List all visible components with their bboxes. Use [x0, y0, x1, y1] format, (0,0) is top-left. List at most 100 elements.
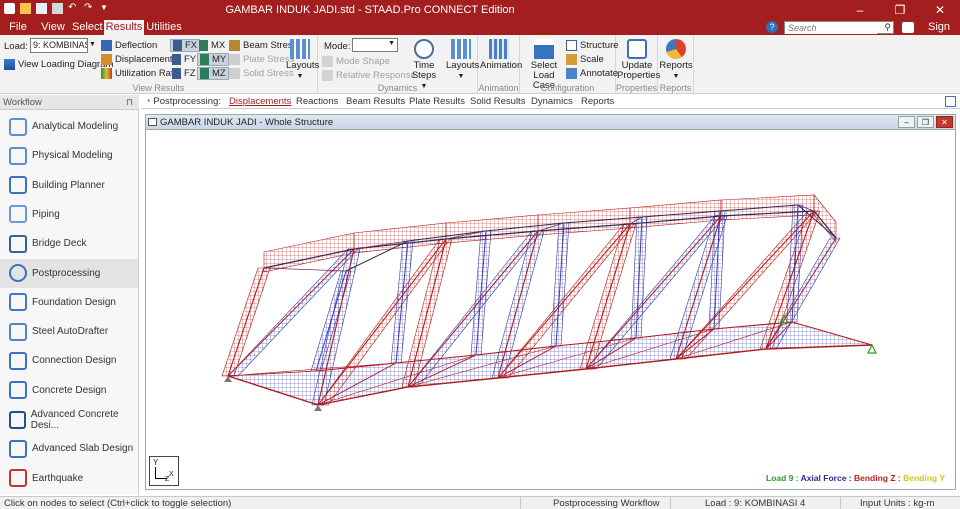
- tab-dynamics[interactable]: Dynamics: [531, 96, 573, 107]
- workflow-item-bridge-deck[interactable]: Bridge Deck: [0, 229, 138, 258]
- load-select[interactable]: 9: KOMBINASI 4: [30, 38, 88, 53]
- close-button[interactable]: ✕: [920, 0, 960, 20]
- annotate-button[interactable]: Annotate: [566, 68, 618, 79]
- fz-toggle[interactable]: FZ: [172, 68, 196, 79]
- utilization-ratio-button[interactable]: Utilization Ratio: [101, 68, 181, 79]
- search-input[interactable]: [785, 22, 877, 34]
- view-loading-diagram-button[interactable]: View Loading Diagram: [4, 59, 113, 70]
- scale-button[interactable]: Scale: [566, 54, 604, 65]
- mdi-restore-button[interactable]: ❐: [917, 116, 934, 128]
- tab-reports[interactable]: Reports: [581, 96, 614, 107]
- tab-file[interactable]: File: [4, 20, 32, 35]
- fy-icon: [172, 54, 181, 65]
- plate-stress-icon: [229, 54, 240, 65]
- group-label-animation: Animation: [478, 83, 519, 93]
- search-box[interactable]: ⚲: [784, 21, 894, 34]
- group-reports: Reports ▼ Reports: [658, 35, 694, 94]
- workflow-item-label: Physical Modeling: [32, 150, 113, 162]
- layouts-icon: [290, 39, 310, 59]
- structure-button[interactable]: Structure: [566, 40, 619, 51]
- panel-toggle-icon[interactable]: [945, 96, 956, 107]
- workflow-item-label: Concrete Design: [32, 384, 107, 396]
- displacement-button[interactable]: Displacement: [101, 54, 173, 65]
- status-hint: Click on nodes to select (Ctrl+click to …: [4, 498, 232, 509]
- legend-axial: Axial Force :: [800, 473, 852, 483]
- workflow-item-steel-autodrafter[interactable]: Steel AutoDrafter: [0, 317, 138, 346]
- help-icon[interactable]: ?: [766, 21, 778, 33]
- title-bar: ↶ ↷ ▼ GAMBAR INDUK JADI.std - STAAD.Pro …: [0, 0, 960, 20]
- bridge-deck-icon: [9, 234, 27, 253]
- tab-utilities[interactable]: Utilities: [146, 20, 182, 35]
- analytical-modeling-icon: [9, 117, 27, 136]
- workflow-item-label: Analytical Modeling: [32, 121, 119, 132]
- mdi-minimize-button[interactable]: –: [898, 116, 915, 128]
- tab-results[interactable]: Results: [104, 20, 144, 35]
- deflection-icon: [101, 40, 112, 51]
- minimize-button[interactable]: –: [840, 0, 880, 20]
- my-toggle[interactable]: MY: [197, 53, 230, 66]
- tab-view[interactable]: View: [38, 20, 68, 35]
- menu-bar: File View Select Results Utilities ? ⚲ S…: [0, 20, 960, 47]
- tab-reactions[interactable]: Reactions: [296, 96, 338, 107]
- restore-button[interactable]: ❐: [880, 0, 920, 20]
- earthquake-icon: [9, 469, 27, 488]
- mz-toggle[interactable]: MZ: [197, 67, 229, 80]
- animation-icon: [489, 39, 509, 59]
- plate-stress-button[interactable]: Plate Stress: [229, 54, 294, 65]
- mode-select[interactable]: ▼: [352, 38, 398, 52]
- fy-toggle[interactable]: FY: [172, 54, 196, 65]
- deflection-button[interactable]: Deflection: [101, 40, 157, 51]
- status-units: Input Units : kg-m: [860, 498, 935, 509]
- group-view-results: Load: 9: KOMBINASI 4 ▼ View Loading Diag…: [0, 35, 319, 94]
- mdi-close-button[interactable]: ✕: [936, 116, 953, 128]
- postprocessing-tab-bar: ◔ Postprocessing: Displacements Reaction…: [141, 95, 960, 109]
- workflow-item-connection-design[interactable]: Connection Design: [0, 346, 138, 375]
- workflow-item-piping[interactable]: Piping: [0, 200, 138, 229]
- tab-select[interactable]: Select: [72, 20, 103, 35]
- group-dynamics: Mode: Mode Shape Relative Response Time …: [318, 35, 479, 94]
- piping-icon: [9, 205, 27, 224]
- search-icon[interactable]: ⚲: [884, 22, 891, 33]
- workflow-item-analytical-modeling[interactable]: Analytical Modeling: [0, 112, 138, 141]
- mode-shape-button[interactable]: Mode Shape: [322, 56, 390, 67]
- user-icon[interactable]: [902, 22, 914, 33]
- update-properties-button[interactable]: Update Properties: [617, 39, 660, 81]
- support-reaction-icon[interactable]: [867, 343, 877, 354]
- postprocessing-label: ◔ Postprocessing:: [145, 96, 221, 107]
- status-workflow: Postprocessing Workflow: [553, 498, 660, 509]
- animation-button[interactable]: Animation: [480, 39, 522, 71]
- loading-diagram-icon: [4, 59, 15, 70]
- workflow-item-advanced-concrete-desi[interactable]: Advanced Concrete Desi...: [0, 405, 138, 434]
- workflow-item-postprocessing[interactable]: Postprocessing: [0, 258, 138, 288]
- workflow-item-building-planner[interactable]: Building Planner: [0, 171, 138, 200]
- tab-displacements[interactable]: Displacements: [229, 96, 291, 107]
- solid-stress-button[interactable]: Solid Stress: [229, 68, 294, 79]
- workflow-item-label: Bridge Deck: [32, 238, 87, 250]
- annotate-icon: [566, 68, 577, 79]
- load-dropdown-icon[interactable]: ▼: [89, 41, 96, 48]
- workflow-item-label: Postprocessing: [32, 267, 101, 279]
- relative-response-button[interactable]: Relative Response: [322, 70, 416, 81]
- workflow-item-foundation-design[interactable]: Foundation Design: [0, 288, 138, 317]
- layouts-button[interactable]: Layouts ▼: [286, 39, 319, 82]
- structure-viewport[interactable]: Y X Z Load 9 : Axial Force : Bending Z :…: [146, 131, 955, 489]
- workflow-item-concrete-design[interactable]: Concrete Design: [0, 376, 138, 405]
- mx-icon: [199, 40, 208, 51]
- advanced-concrete-icon: [9, 410, 26, 429]
- tab-plate-results[interactable]: Plate Results: [409, 96, 465, 107]
- workflow-item-physical-modeling[interactable]: Physical Modeling: [0, 141, 138, 170]
- reports-button[interactable]: Reports ▼: [659, 39, 693, 82]
- layouts-dynamics-button[interactable]: Layouts ▼: [446, 39, 479, 82]
- workflow-item-advanced-slab-design[interactable]: Advanced Slab Design: [0, 434, 138, 463]
- workflow-item-earthquake[interactable]: Earthquake: [0, 464, 138, 493]
- fx-toggle[interactable]: FX: [170, 39, 201, 52]
- pin-icon[interactable]: ⊓: [126, 95, 133, 110]
- truss-diagram[interactable]: [146, 131, 955, 489]
- tab-beam-results[interactable]: Beam Results: [346, 96, 405, 107]
- support-icon[interactable]: [314, 405, 322, 411]
- workflow-panel: Analytical Modeling Physical Modeling Buil…: [0, 110, 139, 495]
- window-title: GAMBAR INDUK JADI.std - STAAD.Pro CONNEC…: [225, 4, 515, 16]
- displacement-icon: [101, 54, 112, 65]
- mx-toggle[interactable]: MX: [199, 40, 225, 51]
- tab-solid-results[interactable]: Solid Results: [470, 96, 525, 107]
